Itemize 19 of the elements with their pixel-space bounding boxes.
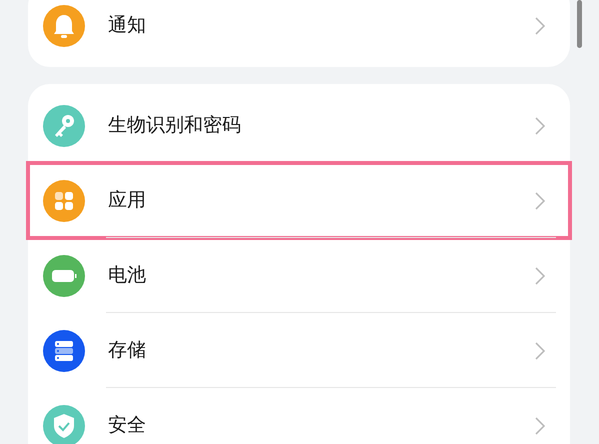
settings-label: 存储: [108, 338, 147, 364]
chevron-right-icon: [534, 116, 546, 134]
settings-item[interactable]: 通知: [28, 0, 570, 63]
chevron-right-icon: [534, 16, 546, 34]
settings-label: 应用: [108, 188, 147, 214]
chevron-right-icon: [534, 266, 546, 284]
settings-label: 安全: [108, 413, 147, 438]
scrollbar[interactable]: [577, 0, 582, 48]
chevron-right-icon: [534, 342, 546, 360]
chevron-right-icon: [534, 416, 546, 434]
settings-label: 生物识别和密码: [108, 113, 242, 138]
settings-item[interactable]: 存储: [28, 313, 570, 388]
settings-item[interactable]: 电池: [28, 238, 570, 313]
settings-label: 通知: [108, 13, 147, 38]
settings-item[interactable]: 安全: [28, 388, 570, 444]
highlighted-settings-item[interactable]: 应用: [28, 163, 570, 238]
chevron-right-icon: [534, 192, 546, 210]
settings-label: 电池: [108, 263, 147, 288]
settings-item[interactable]: 生物识别和密码: [28, 88, 570, 163]
